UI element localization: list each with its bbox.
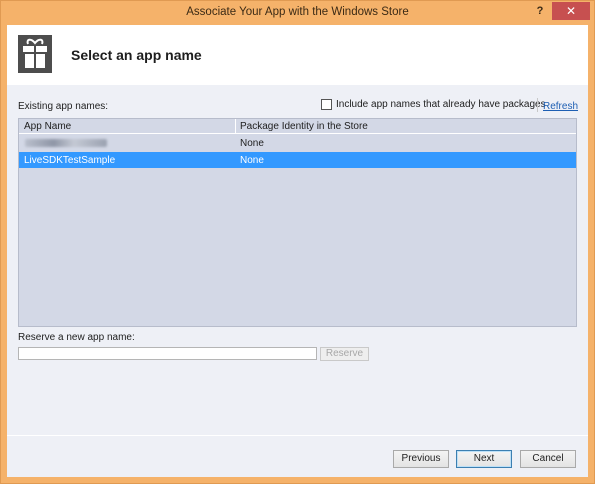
help-button[interactable]: ? [533, 5, 547, 19]
column-header-app-name[interactable]: App Name [24, 121, 71, 132]
grid-header: App Name Package Identity in the Store [19, 119, 576, 134]
package-identity-cell: None [240, 138, 264, 149]
cancel-button[interactable]: Cancel [520, 450, 576, 468]
include-packaged-label[interactable]: Include app names that already have pack… [336, 99, 546, 110]
close-button[interactable]: ✕ [552, 2, 590, 20]
title-bar[interactable]: Associate Your App with the Windows Stor… [1, 1, 594, 25]
footer-divider [7, 435, 588, 436]
gift-package-icon [18, 35, 52, 73]
include-packaged-checkbox[interactable] [321, 99, 332, 110]
next-button[interactable]: Next [456, 450, 512, 468]
column-divider[interactable] [235, 119, 236, 133]
dialog-header: Select an app name [7, 25, 588, 85]
app-name-cell: LiveSDKTestSample [24, 155, 116, 166]
app-names-grid[interactable]: App Name Package Identity in the Store N… [18, 118, 577, 327]
include-packaged-option[interactable]: Include app names that already have pack… [321, 99, 546, 110]
obscured-app-name [25, 139, 107, 147]
column-header-package-identity[interactable]: Package Identity in the Store [240, 121, 368, 132]
refresh-link[interactable]: Refresh [543, 101, 578, 112]
table-row-selected[interactable]: LiveSDKTestSample None [19, 152, 576, 168]
existing-names-label: Existing app names: [18, 101, 109, 112]
window-title: Associate Your App with the Windows Stor… [186, 6, 409, 18]
reserve-name-input[interactable] [18, 347, 317, 360]
table-row[interactable]: None [19, 135, 576, 151]
previous-button[interactable]: Previous [393, 450, 449, 468]
package-identity-cell: None [240, 155, 264, 166]
reserve-button[interactable]: Reserve [320, 347, 369, 361]
dialog-body: Select an app name Existing app names: I… [7, 25, 588, 477]
page-title: Select an app name [71, 47, 202, 63]
separator [537, 98, 538, 112]
reserve-name-label: Reserve a new app name: [18, 332, 135, 343]
dialog-window: Associate Your App with the Windows Stor… [0, 0, 595, 484]
